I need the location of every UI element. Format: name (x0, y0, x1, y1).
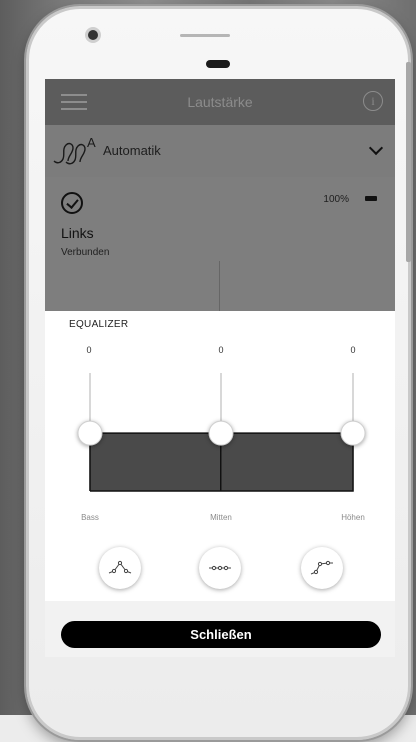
treble-slider-knob[interactable] (340, 420, 366, 446)
program-label: Automatik (103, 143, 161, 158)
connection-status: Verbunden (61, 247, 110, 258)
bass-label: Bass (81, 513, 99, 522)
hearing-aid-automatic-icon: A (53, 135, 96, 165)
preset-rising-button[interactable] (301, 547, 343, 589)
close-button[interactable]: Schließen (61, 621, 381, 648)
info-icon[interactable]: i (363, 91, 383, 111)
page-title: Lautstärke (187, 94, 253, 110)
preset-rising-icon (310, 560, 333, 575)
device-side-label: Links (61, 225, 94, 241)
app-screen: Lautstärke i A Automatik Links Verbunden… (45, 79, 395, 657)
footer: Schließen (45, 601, 395, 657)
proximity-sensor (206, 60, 230, 68)
program-badge: A (87, 135, 96, 150)
device-status-panel: Links Verbunden 100% (45, 177, 395, 311)
mid-label: Mitten (210, 513, 232, 522)
speaker-grille (180, 34, 230, 37)
equalizer-panel: EQUALIZER 0 0 0 Bass Mitten Höhen (45, 311, 395, 601)
top-app-bar: Lautstärke i (45, 79, 395, 125)
phone-side-button (406, 62, 411, 262)
camera-icon (88, 30, 98, 40)
preset-flat-icon (209, 565, 231, 571)
battery-icon (365, 196, 377, 201)
mid-slider-knob[interactable] (208, 420, 234, 446)
preset-peak-button[interactable] (99, 547, 141, 589)
preset-peak-icon (108, 560, 132, 574)
volume-divider (219, 261, 220, 311)
program-selector[interactable]: A Automatik (45, 125, 395, 177)
treble-label: Höhen (341, 513, 365, 522)
chevron-down-icon[interactable] (368, 140, 384, 156)
bass-slider-knob[interactable] (77, 420, 103, 446)
preset-flat-button[interactable] (199, 547, 241, 589)
battery-percent: 100% (323, 194, 349, 205)
check-circle-icon (61, 192, 83, 214)
